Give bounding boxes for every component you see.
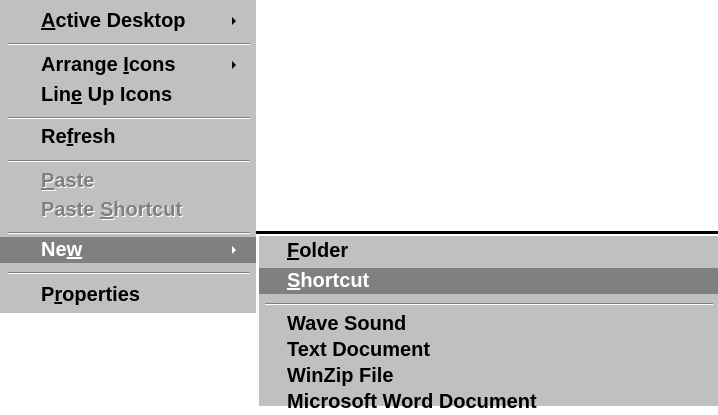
menu-separator bbox=[8, 43, 250, 45]
menu-separator bbox=[8, 160, 250, 162]
menu-item-label: WinZip File bbox=[287, 365, 394, 387]
menu-separator bbox=[8, 272, 250, 274]
submenu-item-shortcut[interactable]: Shortcut bbox=[259, 268, 718, 294]
menu-item-label: Active Desktop bbox=[41, 10, 186, 32]
menu-item-label: Shortcut bbox=[287, 270, 370, 292]
menu-item-label: New bbox=[41, 239, 83, 261]
menu-item-label: Line Up Icons bbox=[41, 84, 173, 106]
submenu-arrow-icon bbox=[232, 246, 236, 254]
menu-item-label: Text Document bbox=[287, 339, 430, 361]
menu-item-label: Wave Sound bbox=[287, 313, 407, 335]
submenu-item-text-document[interactable]: Text Document bbox=[259, 337, 718, 363]
menu-separator bbox=[8, 117, 250, 119]
new-submenu: Folder Shortcut Wave Sound Text Document… bbox=[256, 236, 718, 413]
submenu-item-word-document[interactable]: Microsoft Word Document bbox=[259, 389, 718, 415]
submenu-item-folder[interactable]: Folder bbox=[259, 238, 718, 264]
menu-item-label: Folder bbox=[287, 240, 349, 262]
menu-item-label: Paste bbox=[41, 170, 95, 192]
submenu-arrow-icon bbox=[232, 61, 236, 69]
menu-item-label: Properties bbox=[41, 284, 140, 306]
menu-item-label: Arrange Icons bbox=[41, 54, 176, 76]
menu-item-properties[interactable]: Properties bbox=[0, 282, 256, 308]
desktop-context-menu: Active Desktop Arrange Icons Line Up Ico… bbox=[0, 0, 256, 313]
menu-item-paste-shortcut[interactable]: Paste Shortcut bbox=[0, 197, 256, 223]
submenu-item-wave-sound[interactable]: Wave Sound bbox=[259, 311, 718, 337]
menu-item-label: Microsoft Word Document bbox=[287, 391, 537, 413]
desktop-pane bbox=[248, 0, 718, 234]
menu-item-line-up-icons[interactable]: Line Up Icons bbox=[0, 82, 256, 108]
menu-item-refresh[interactable]: Refresh bbox=[0, 124, 256, 150]
menu-separator bbox=[8, 232, 250, 234]
menu-item-label: Refresh bbox=[41, 126, 116, 148]
menu-item-active-desktop[interactable]: Active Desktop bbox=[0, 8, 256, 34]
submenu-arrow-icon bbox=[232, 17, 236, 25]
menu-item-label: Paste Shortcut bbox=[41, 199, 183, 221]
submenu-item-winzip-file[interactable]: WinZip File bbox=[259, 363, 718, 389]
menu-item-paste[interactable]: Paste bbox=[0, 168, 256, 194]
menu-item-arrange-icons[interactable]: Arrange Icons bbox=[0, 52, 256, 78]
menu-item-new[interactable]: New bbox=[0, 237, 256, 263]
menu-separator bbox=[265, 303, 713, 305]
